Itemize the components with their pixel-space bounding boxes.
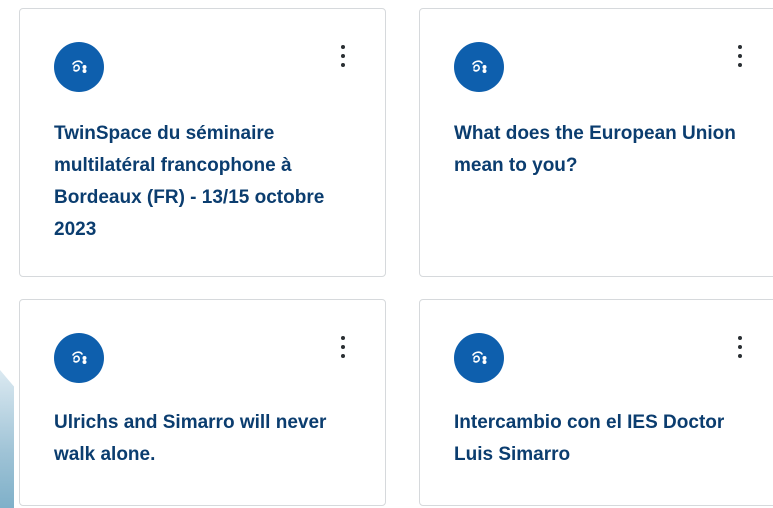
project-card[interactable]: What does the European Union mean to you… (419, 8, 773, 277)
more-vertical-icon (738, 45, 742, 49)
project-card[interactable]: Ulrichs and Simarro will never walk alon… (19, 299, 386, 506)
more-options-button[interactable] (734, 336, 746, 358)
project-card[interactable]: TwinSpace du séminaire multilatéral fran… (19, 8, 386, 277)
project-title[interactable]: Intercambio con el IES Doctor Luis Simar… (454, 407, 744, 471)
project-title[interactable]: Ulrichs and Simarro will never walk alon… (54, 407, 344, 471)
more-vertical-icon (341, 45, 345, 49)
more-vertical-icon (341, 336, 345, 340)
project-logo-icon (54, 42, 104, 92)
project-logo-icon (54, 333, 104, 383)
twinspace-grid: TwinSpace du séminaire multilatéral fran… (0, 0, 773, 508)
project-title[interactable]: What does the European Union mean to you… (454, 118, 744, 182)
more-options-button[interactable] (337, 45, 349, 67)
background-decoration (0, 370, 14, 508)
project-logo-icon (454, 42, 504, 92)
project-logo-icon (454, 333, 504, 383)
more-options-button[interactable] (337, 336, 349, 358)
more-options-button[interactable] (734, 45, 746, 67)
project-card[interactable]: Intercambio con el IES Doctor Luis Simar… (419, 299, 773, 506)
project-title[interactable]: TwinSpace du séminaire multilatéral fran… (54, 118, 344, 246)
more-vertical-icon (738, 336, 742, 340)
